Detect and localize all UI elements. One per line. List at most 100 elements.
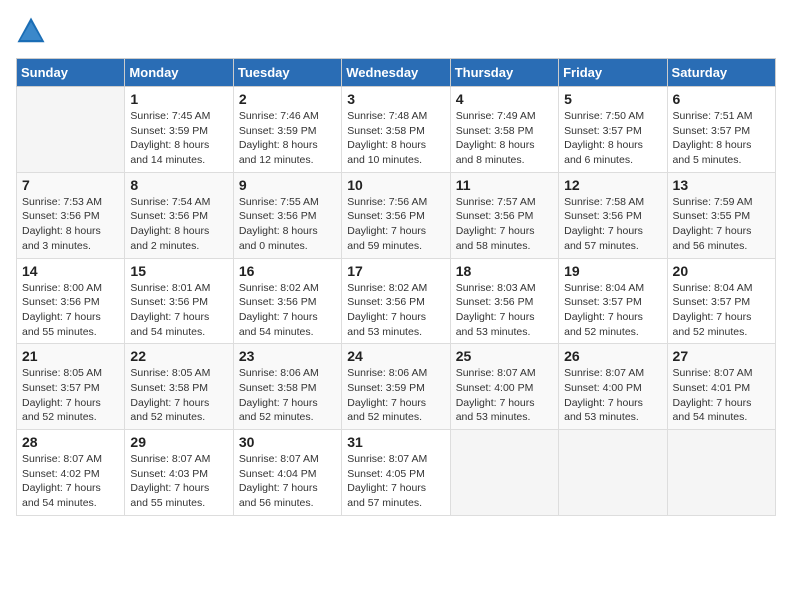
- calendar-cell: 19 Sunrise: 8:04 AMSunset: 3:57 PMDayligh…: [559, 258, 667, 344]
- day-number: 19: [564, 263, 661, 279]
- calendar-cell: 9 Sunrise: 7:55 AMSunset: 3:56 PMDaylight…: [233, 172, 341, 258]
- day-number: 1: [130, 91, 227, 107]
- calendar-week-row: 1Sunrise: 7:45 AMSunset: 3:59 PMDaylight…: [17, 87, 776, 173]
- day-number: 22: [130, 348, 227, 364]
- day-info: Sunrise: 8:07 AMSunset: 4:01 PMDaylight:…: [673, 366, 770, 425]
- calendar-cell: 23 Sunrise: 8:06 AMSunset: 3:58 PMDayligh…: [233, 344, 341, 430]
- calendar-cell: 7 Sunrise: 7:53 AMSunset: 3:56 PMDaylight…: [17, 172, 125, 258]
- day-info: Sunrise: 8:05 AMSunset: 3:57 PMDaylight:…: [22, 366, 119, 425]
- calendar-cell: [667, 430, 775, 516]
- day-number: 30: [239, 434, 336, 450]
- calendar-cell: 14Sunrise: 8:00 AMSunset: 3:56 PMDayligh…: [17, 258, 125, 344]
- calendar-cell: 12 Sunrise: 7:58 AMSunset: 3:56 PMDayligh…: [559, 172, 667, 258]
- day-number: 3: [347, 91, 444, 107]
- calendar-cell: 13 Sunrise: 7:59 AMSunset: 3:55 PMDayligh…: [667, 172, 775, 258]
- day-of-week-header: Friday: [559, 59, 667, 87]
- day-number: 18: [456, 263, 553, 279]
- day-number: 9: [239, 177, 336, 193]
- calendar-cell: 27 Sunrise: 8:07 AMSunset: 4:01 PMDayligh…: [667, 344, 775, 430]
- day-info: Sunrise: 8:07 AMSunset: 4:05 PMDaylight:…: [347, 452, 444, 511]
- day-info: Sunrise: 8:02 AMSunset: 3:56 PMDaylight:…: [239, 281, 336, 340]
- day-info: Sunrise: 7:57 AMSunset: 3:56 PMDaylight:…: [456, 195, 553, 254]
- day-info: Sunrise: 7:59 AMSunset: 3:55 PMDaylight:…: [673, 195, 770, 254]
- calendar-cell: 22Sunrise: 8:05 AMSunset: 3:58 PMDayligh…: [125, 344, 233, 430]
- calendar-cell: 29Sunrise: 8:07 AMSunset: 4:03 PMDayligh…: [125, 430, 233, 516]
- day-number: 27: [673, 348, 770, 364]
- day-info: Sunrise: 8:06 AMSunset: 3:58 PMDaylight:…: [239, 366, 336, 425]
- day-number: 13: [673, 177, 770, 193]
- day-number: 6: [673, 91, 770, 107]
- calendar-cell: 25 Sunrise: 8:07 AMSunset: 4:00 PMDayligh…: [450, 344, 558, 430]
- day-number: 25: [456, 348, 553, 364]
- day-of-week-header: Monday: [125, 59, 233, 87]
- day-info: Sunrise: 7:48 AMSunset: 3:58 PMDaylight:…: [347, 109, 444, 168]
- day-info: Sunrise: 8:06 AMSunset: 3:59 PMDaylight:…: [347, 366, 444, 425]
- day-info: Sunrise: 7:46 AMSunset: 3:59 PMDaylight:…: [239, 109, 336, 168]
- logo-icon: [16, 16, 46, 46]
- day-of-week-header: Tuesday: [233, 59, 341, 87]
- day-number: 10: [347, 177, 444, 193]
- day-info: Sunrise: 8:01 AMSunset: 3:56 PMDaylight:…: [130, 281, 227, 340]
- day-number: 15: [130, 263, 227, 279]
- day-info: Sunrise: 7:55 AMSunset: 3:56 PMDaylight:…: [239, 195, 336, 254]
- calendar-week-row: 14Sunrise: 8:00 AMSunset: 3:56 PMDayligh…: [17, 258, 776, 344]
- calendar-cell: 28 Sunrise: 8:07 AMSunset: 4:02 PMDayligh…: [17, 430, 125, 516]
- day-number: 16: [239, 263, 336, 279]
- calendar-cell: 3 Sunrise: 7:48 AMSunset: 3:58 PMDaylight…: [342, 87, 450, 173]
- calendar-cell: 10 Sunrise: 7:56 AMSunset: 3:56 PMDayligh…: [342, 172, 450, 258]
- calendar-cell: 11Sunrise: 7:57 AMSunset: 3:56 PMDayligh…: [450, 172, 558, 258]
- day-number: 14: [22, 263, 119, 279]
- day-info: Sunrise: 8:07 AMSunset: 4:02 PMDaylight:…: [22, 452, 119, 511]
- day-info: Sunrise: 7:56 AMSunset: 3:56 PMDaylight:…: [347, 195, 444, 254]
- calendar-cell: [17, 87, 125, 173]
- calendar-cell: 8Sunrise: 7:54 AMSunset: 3:56 PMDaylight…: [125, 172, 233, 258]
- day-of-week-header: Wednesday: [342, 59, 450, 87]
- day-number: 23: [239, 348, 336, 364]
- day-number: 26: [564, 348, 661, 364]
- calendar-cell: 18 Sunrise: 8:03 AMSunset: 3:56 PMDayligh…: [450, 258, 558, 344]
- calendar-cell: [450, 430, 558, 516]
- day-info: Sunrise: 8:03 AMSunset: 3:56 PMDaylight:…: [456, 281, 553, 340]
- page-header: [16, 16, 776, 46]
- calendar-cell: 20 Sunrise: 8:04 AMSunset: 3:57 PMDayligh…: [667, 258, 775, 344]
- calendar-cell: 2Sunrise: 7:46 AMSunset: 3:59 PMDaylight…: [233, 87, 341, 173]
- day-info: Sunrise: 7:53 AMSunset: 3:56 PMDaylight:…: [22, 195, 119, 254]
- day-number: 5: [564, 91, 661, 107]
- day-info: Sunrise: 8:07 AMSunset: 4:03 PMDaylight:…: [130, 452, 227, 511]
- calendar-cell: 17 Sunrise: 8:02 AMSunset: 3:56 PMDayligh…: [342, 258, 450, 344]
- day-info: Sunrise: 7:51 AMSunset: 3:57 PMDaylight:…: [673, 109, 770, 168]
- calendar-header-row: SundayMondayTuesdayWednesdayThursdayFrid…: [17, 59, 776, 87]
- day-info: Sunrise: 8:04 AMSunset: 3:57 PMDaylight:…: [564, 281, 661, 340]
- day-number: 17: [347, 263, 444, 279]
- calendar-week-row: 7 Sunrise: 7:53 AMSunset: 3:56 PMDaylight…: [17, 172, 776, 258]
- calendar-table: SundayMondayTuesdayWednesdayThursdayFrid…: [16, 58, 776, 516]
- calendar-week-row: 28 Sunrise: 8:07 AMSunset: 4:02 PMDayligh…: [17, 430, 776, 516]
- calendar-cell: 15 Sunrise: 8:01 AMSunset: 3:56 PMDayligh…: [125, 258, 233, 344]
- logo: [16, 16, 50, 46]
- day-number: 21: [22, 348, 119, 364]
- day-info: Sunrise: 7:49 AMSunset: 3:58 PMDaylight:…: [456, 109, 553, 168]
- day-number: 28: [22, 434, 119, 450]
- day-info: Sunrise: 7:50 AMSunset: 3:57 PMDaylight:…: [564, 109, 661, 168]
- day-info: Sunrise: 7:54 AMSunset: 3:56 PMDaylight:…: [130, 195, 227, 254]
- calendar-cell: [559, 430, 667, 516]
- day-number: 4: [456, 91, 553, 107]
- calendar-cell: 24Sunrise: 8:06 AMSunset: 3:59 PMDayligh…: [342, 344, 450, 430]
- day-of-week-header: Sunday: [17, 59, 125, 87]
- day-number: 12: [564, 177, 661, 193]
- day-number: 7: [22, 177, 119, 193]
- day-of-week-header: Thursday: [450, 59, 558, 87]
- day-info: Sunrise: 8:07 AMSunset: 4:00 PMDaylight:…: [456, 366, 553, 425]
- day-info: Sunrise: 8:07 AMSunset: 4:04 PMDaylight:…: [239, 452, 336, 511]
- day-of-week-header: Saturday: [667, 59, 775, 87]
- calendar-cell: 30 Sunrise: 8:07 AMSunset: 4:04 PMDayligh…: [233, 430, 341, 516]
- day-info: Sunrise: 8:02 AMSunset: 3:56 PMDaylight:…: [347, 281, 444, 340]
- calendar-cell: 16 Sunrise: 8:02 AMSunset: 3:56 PMDayligh…: [233, 258, 341, 344]
- day-info: Sunrise: 7:58 AMSunset: 3:56 PMDaylight:…: [564, 195, 661, 254]
- calendar-cell: 5 Sunrise: 7:50 AMSunset: 3:57 PMDaylight…: [559, 87, 667, 173]
- day-info: Sunrise: 8:04 AMSunset: 3:57 PMDaylight:…: [673, 281, 770, 340]
- day-number: 31: [347, 434, 444, 450]
- day-number: 20: [673, 263, 770, 279]
- calendar-cell: 31 Sunrise: 8:07 AMSunset: 4:05 PMDayligh…: [342, 430, 450, 516]
- calendar-cell: 6 Sunrise: 7:51 AMSunset: 3:57 PMDaylight…: [667, 87, 775, 173]
